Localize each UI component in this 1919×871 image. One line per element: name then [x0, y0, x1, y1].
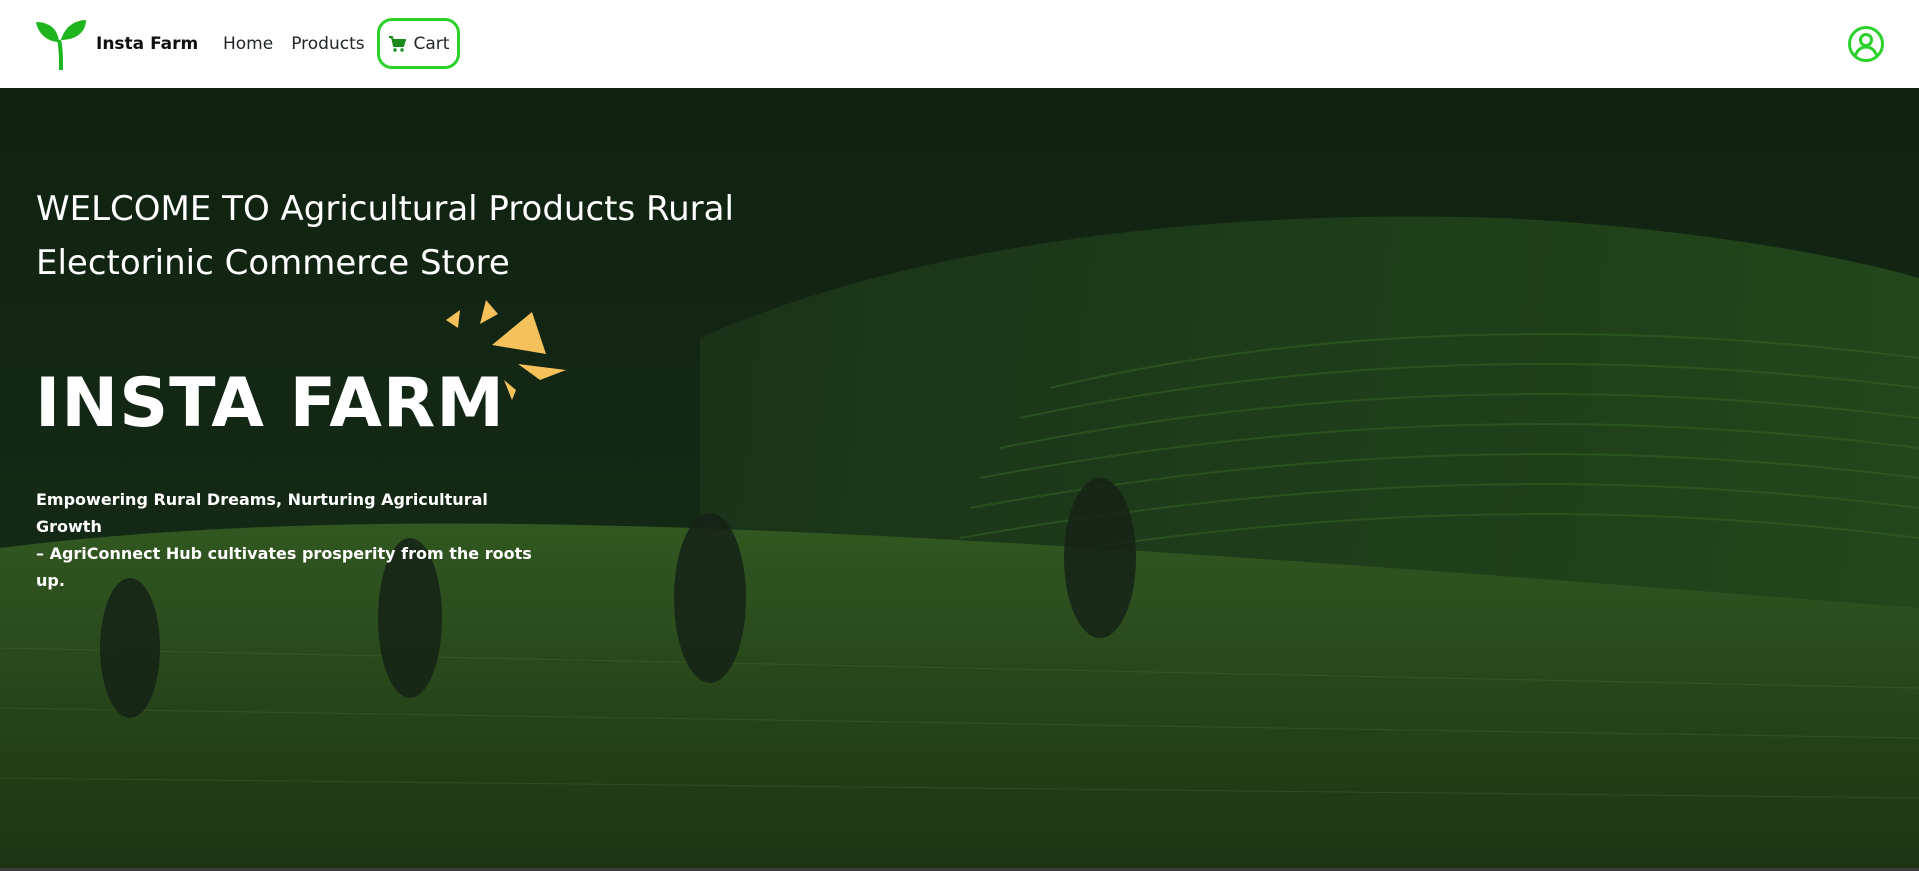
hero-title: INSTA FARM [35, 364, 505, 443]
nav-products-link[interactable]: Products [291, 34, 364, 54]
cart-icon [388, 35, 406, 52]
sprout-icon [36, 20, 86, 70]
user-circle-icon[interactable] [1847, 25, 1885, 63]
cart-button[interactable]: Cart [377, 18, 460, 69]
tagline-line-2: – AgriConnect Hub cultivates prosperity … [36, 544, 532, 590]
cart-label: Cart [413, 33, 450, 54]
nav-links: Home Products [223, 0, 383, 88]
welcome-heading: WELCOME TO Agricultural Products Rural E… [36, 189, 734, 283]
top-navbar: Insta Farm Home Products Cart [0, 0, 1919, 88]
brand-name: Insta Farm [96, 34, 199, 54]
hero-tagline: Empowering Rural Dreams, Nurturing Agric… [36, 486, 556, 594]
nav-home-link[interactable]: Home [223, 34, 273, 54]
hero-banner: WELCOME TO Agricultural Products Rural E… [0, 88, 1919, 871]
brand-link[interactable]: Insta Farm [34, 18, 198, 70]
tagline-line-1: Empowering Rural Dreams, Nurturing Agric… [36, 490, 488, 536]
